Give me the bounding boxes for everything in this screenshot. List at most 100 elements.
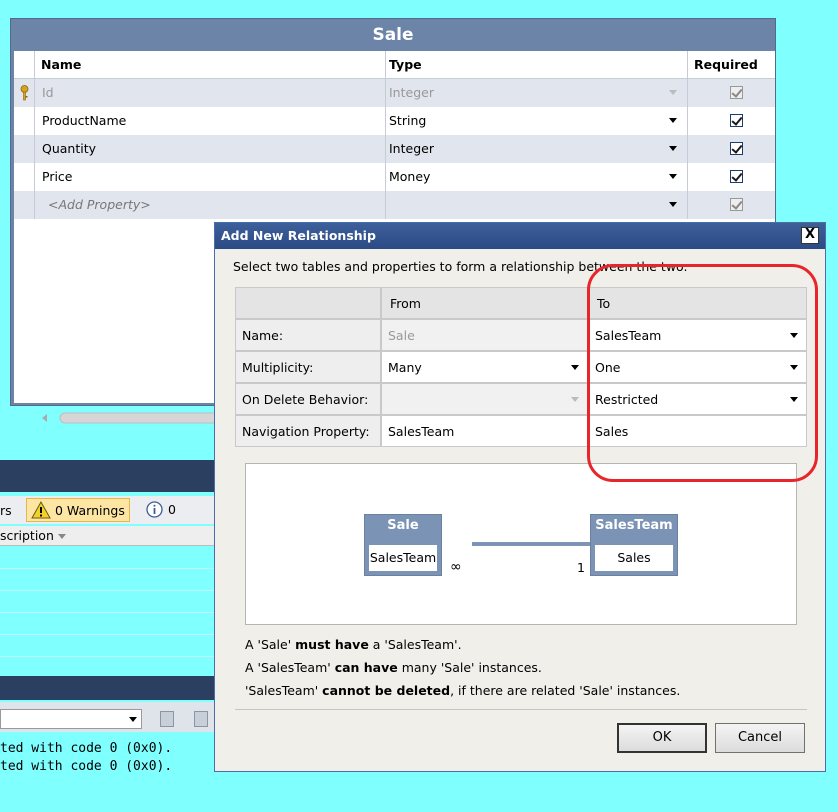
from-multiplicity-dropdown[interactable]: Many	[381, 351, 588, 383]
property-type[interactable]: Money	[389, 163, 430, 191]
diagram-entity-salesteam: SalesTeam Sales	[590, 514, 678, 576]
desc-text: many 'Sale' instances.	[397, 660, 542, 675]
property-name[interactable]: Price	[42, 163, 73, 191]
property-type[interactable]: String	[389, 107, 426, 135]
chevron-down-icon[interactable]	[129, 717, 137, 722]
required-checkbox[interactable]	[730, 198, 743, 211]
desc-emphasis: must have	[295, 637, 369, 652]
description-line-3: 'SalesTeam' cannot be deleted, if there …	[245, 683, 680, 698]
required-checkbox[interactable]	[730, 142, 743, 155]
key-icon	[20, 85, 29, 101]
diagram-entity-title: Sale	[387, 518, 419, 533]
relationship-form: From To Name: Sale SalesTeam Multiplicit…	[235, 287, 807, 449]
chevron-down-icon[interactable]	[669, 174, 677, 179]
description-header-label: scription	[0, 528, 54, 543]
table-row[interactable]: Price Money	[14, 163, 775, 191]
grid-divider	[687, 51, 688, 219]
desc-text: 'SalesTeam'	[245, 683, 323, 698]
add-property-placeholder[interactable]: <Add Property>	[48, 191, 151, 219]
desc-text: A 'Sale'	[245, 637, 296, 652]
to-name-value: SalesTeam	[595, 328, 662, 343]
grid-line	[0, 634, 216, 635]
errors-tab[interactable]: rs	[0, 500, 12, 524]
to-column-header: To	[588, 287, 807, 319]
to-on-delete-dropdown[interactable]: Restricted	[588, 383, 807, 415]
chevron-down-icon[interactable]	[790, 365, 798, 370]
description-column-header[interactable]: scription	[0, 526, 216, 546]
required-checkbox[interactable]	[730, 170, 743, 183]
output-toolbar	[0, 702, 216, 732]
multiplicity-label: Multiplicity:	[235, 351, 381, 383]
ok-button[interactable]: OK	[617, 723, 707, 753]
to-on-delete-value: Restricted	[595, 392, 659, 407]
chevron-down-icon	[571, 397, 579, 402]
required-checkbox[interactable]	[730, 114, 743, 127]
output-window-header	[0, 676, 216, 700]
chevron-down-icon[interactable]	[790, 397, 798, 402]
property-type[interactable]: Integer	[389, 79, 434, 107]
close-button[interactable]: X	[801, 227, 819, 244]
grid-line	[0, 590, 216, 591]
name-row: Name: Sale SalesTeam	[235, 319, 807, 351]
on-delete-row: On Delete Behavior: Restricted	[235, 383, 807, 415]
horizontal-scrollbar[interactable]	[34, 411, 234, 425]
property-name[interactable]: Quantity	[42, 135, 96, 163]
name-label: Name:	[235, 319, 381, 351]
from-multiplicity-value: Many	[388, 360, 422, 375]
grid-line	[0, 612, 216, 613]
table-row[interactable]: Id Integer	[14, 79, 775, 107]
cancel-button[interactable]: Cancel	[715, 723, 805, 753]
chevron-down-icon[interactable]	[669, 118, 677, 123]
warnings-tab[interactable]: 0 Warnings	[26, 498, 130, 522]
navigation-property-label: Navigation Property:	[235, 415, 381, 447]
find-message-icon[interactable]	[160, 711, 174, 727]
to-name-dropdown[interactable]: SalesTeam	[588, 319, 807, 351]
right-multiplicity: 1	[577, 560, 585, 575]
from-navigation-input[interactable]: SalesTeam	[381, 415, 588, 447]
desc-text: , if there are related 'Sale' instances.	[450, 683, 681, 698]
add-relationship-dialog: Add New Relationship X Select two tables…	[214, 222, 826, 772]
diagram-entity-property: Sales	[595, 545, 673, 571]
clear-output-icon[interactable]	[194, 711, 208, 727]
chevron-down-icon[interactable]	[669, 146, 677, 151]
to-multiplicity-value: One	[595, 360, 621, 375]
property-type[interactable]: Integer	[389, 135, 434, 163]
to-multiplicity-dropdown[interactable]: One	[588, 351, 807, 383]
output-line: ted with code 0 (0x0).	[0, 759, 173, 774]
from-name-value: Sale	[381, 319, 588, 351]
column-name-header: Name	[41, 57, 82, 72]
form-corner	[235, 287, 381, 319]
description-line-2: A 'SalesTeam' can have many 'Sale' insta…	[245, 660, 542, 675]
messages-tab[interactable]: 0 Messa	[140, 498, 216, 539]
chevron-down-icon[interactable]	[669, 202, 677, 207]
relationship-diagram: Sale SalesTeam SalesTeam Sales ∞ 1	[245, 463, 797, 625]
table-row[interactable]: ProductName String	[14, 107, 775, 135]
column-required-header: Required	[694, 57, 758, 72]
info-icon	[146, 501, 163, 518]
description-line-1: A 'Sale' must have a 'SalesTeam'.	[245, 637, 462, 652]
grid-line	[0, 568, 216, 569]
navigation-property-row: Navigation Property: SalesTeam Sales	[235, 415, 807, 447]
desc-emphasis: cannot be deleted	[322, 683, 451, 698]
chevron-down-icon[interactable]	[790, 333, 798, 338]
warning-icon	[31, 501, 51, 519]
to-navigation-input[interactable]: Sales	[588, 415, 807, 447]
warnings-label: 0 Warnings	[55, 503, 125, 518]
column-type-header: Type	[389, 57, 422, 72]
entity-title: Sale	[372, 25, 414, 45]
output-source-dropdown[interactable]	[0, 709, 142, 729]
output-line: ted with code 0 (0x0).	[0, 741, 173, 756]
on-delete-label: On Delete Behavior:	[235, 383, 381, 415]
desc-text: a 'SalesTeam'.	[368, 637, 462, 652]
chevron-down-icon[interactable]	[571, 365, 579, 370]
grid-divider	[34, 51, 35, 219]
table-row[interactable]: <Add Property>	[14, 191, 775, 219]
table-row[interactable]: Quantity Integer	[14, 135, 775, 163]
tool-window-header	[0, 460, 216, 492]
chevron-down-icon[interactable]	[669, 90, 677, 95]
desc-text: A 'SalesTeam'	[245, 660, 335, 675]
required-checkbox[interactable]	[730, 86, 743, 99]
grid-line	[0, 656, 216, 657]
property-name[interactable]: ProductName	[42, 107, 126, 135]
multiplicity-row: Multiplicity: Many One	[235, 351, 807, 383]
